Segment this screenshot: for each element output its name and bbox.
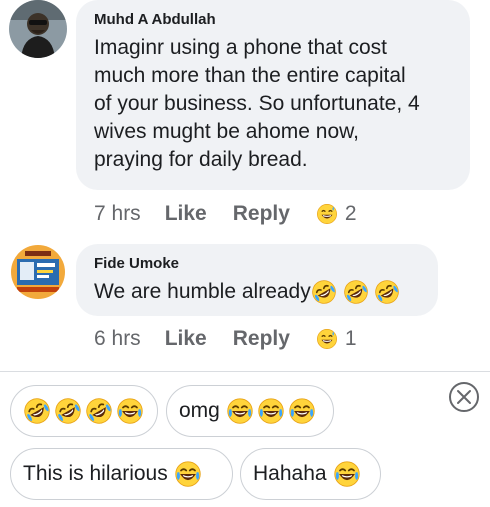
tears-of-joy-emoji-icon (257, 397, 285, 425)
divider (0, 371, 490, 372)
comment-author[interactable]: Fide Umoke (94, 254, 422, 274)
comment-text-line: much more than the entire capital (94, 64, 406, 87)
comment-text: Imaginr using a phone that cost much mor… (94, 34, 454, 174)
close-suggestions-button[interactable] (448, 381, 480, 413)
comment-text-line: wives mught be ahome now, (94, 120, 359, 143)
suggestion-chip-hahaha[interactable]: Hahaha (240, 448, 381, 500)
avatar[interactable] (11, 245, 65, 299)
reply-button[interactable]: Reply (233, 202, 290, 226)
tears-of-joy-emoji-icon (333, 460, 361, 488)
comment-text-line: Imaginr using a phone that cost (94, 36, 388, 59)
tears-of-joy-emoji-icon (226, 397, 254, 425)
like-button[interactable]: Like (165, 202, 207, 226)
comment-bubble: Muhd A Abdullah Imaginr using a phone th… (76, 0, 470, 190)
comment-timestamp[interactable]: 7 hrs (94, 202, 141, 226)
rofl-emoji-icon (343, 279, 369, 305)
comment-meta: 6 hrs Like Reply 1 (94, 325, 357, 353)
reaction-count: 1 (344, 327, 357, 350)
rofl-emoji-icon (23, 397, 51, 425)
avatar[interactable] (9, 0, 67, 58)
like-button[interactable]: Like (165, 327, 207, 351)
comment-text-line: praying for daily bread. (94, 148, 308, 171)
tears-of-joy-emoji-icon (116, 397, 144, 425)
suggestion-label: omg (179, 399, 220, 422)
suggestion-label: Hahaha (253, 462, 327, 485)
rofl-emoji-icon (85, 397, 113, 425)
comment-timestamp[interactable]: 6 hrs (94, 327, 141, 351)
suggestion-chip-omg[interactable]: omg (166, 385, 334, 437)
suggestion-chip-hilarious[interactable]: This is hilarious (10, 448, 233, 500)
reply-button[interactable]: Reply (233, 327, 290, 351)
suggestion-label: This is hilarious (23, 462, 168, 485)
suggestion-chip-emojis[interactable] (10, 385, 158, 437)
grinning-sweat-emoji-icon (316, 203, 338, 225)
comment-text: We are humble already (94, 278, 422, 306)
comment-author[interactable]: Muhd A Abdullah (94, 10, 454, 30)
comment-text-line: of your business. So unfortunate, 4 (94, 92, 420, 115)
reaction-summary[interactable]: 2 (316, 202, 357, 226)
tears-of-joy-emoji-icon (288, 397, 316, 425)
close-icon (449, 382, 479, 412)
rofl-emoji-icon (374, 279, 400, 305)
comment-bubble: Fide Umoke We are humble already (76, 244, 438, 316)
grinning-sweat-emoji-icon (316, 328, 338, 350)
rofl-emoji-icon (311, 279, 337, 305)
comment-meta: 7 hrs Like Reply 2 (94, 200, 357, 228)
reaction-count: 2 (344, 202, 357, 225)
tears-of-joy-emoji-icon (174, 460, 202, 488)
rofl-emoji-icon (54, 397, 82, 425)
comment-text-content: We are humble already (94, 280, 311, 303)
reaction-summary[interactable]: 1 (316, 327, 357, 351)
